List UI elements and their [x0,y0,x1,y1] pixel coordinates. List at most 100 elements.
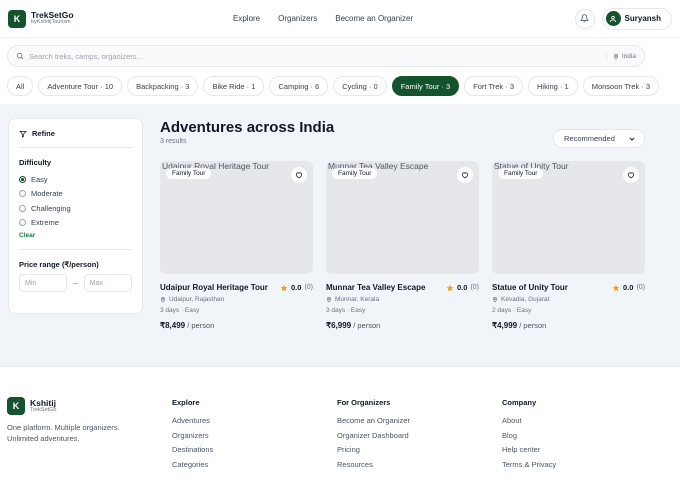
map-pin-icon [326,297,332,303]
trip-image[interactable]: Statue of Unity Tour Family Tour [492,161,645,274]
clear-filters-link[interactable]: Clear [19,232,132,250]
trip-image[interactable]: Munnar Tea Valley Escape Family Tour [326,161,479,274]
footer-link[interactable]: About [502,416,556,431]
search-bar[interactable]: Search treks, camps, organizers... India [7,45,645,67]
difficulty-label: Extreme [31,218,59,228]
filter-icon [19,130,27,138]
footer-link[interactable]: Destinations [172,445,213,460]
trip-title[interactable]: Udaipur Royal Heritage Tour [160,283,268,292]
trip-image[interactable]: Udaipur Royal Heritage Tour Family Tour [160,161,313,274]
nav-become-organizer[interactable]: Become an Organizer [335,14,413,23]
difficulty-extreme[interactable]: Extreme [19,216,132,231]
price-amount: ₹6,999 [326,321,352,330]
footer-link[interactable]: Adventures [172,416,213,431]
footer-tagline: One platform. Multiple organizers. Unlim… [7,423,120,443]
star-icon [612,284,620,291]
radio-easy[interactable] [19,175,26,183]
footer-link[interactable]: Organizers [172,431,213,446]
radio-extreme[interactable] [19,219,26,227]
star-icon [446,284,454,291]
difficulty-title: Difficulty [19,158,52,167]
sort-select[interactable]: Recommended [553,129,645,148]
favorite-button[interactable] [623,167,639,183]
footer-link[interactable]: Become an Organizer [337,416,410,431]
search-icon [16,52,24,60]
location-text: Munnar, Kerala [335,296,380,303]
price-unit: / person [351,321,381,330]
price-max-input[interactable]: Max [83,274,132,292]
radio-moderate[interactable] [19,190,26,198]
price-range-title: Price range (₹/person) [19,260,99,269]
nav-explore[interactable]: Explore [233,14,260,23]
brand-logo[interactable]: K TrekSetGo byKshitijTourism [8,9,158,28]
logo-mark: K [8,9,26,28]
chip-cycling[interactable]: Cycling · 0 [333,76,387,96]
price-min-input[interactable]: Min [19,274,68,292]
footer-link[interactable]: Terms & Privacy [502,460,556,475]
difficulty-label: Challenging [31,203,71,213]
brand-name: TrekSetGo [31,9,74,20]
rating-value: 0.0 [623,283,634,292]
footer-heading: Explore [172,398,200,407]
brand-sub: byKshitijTourism [31,19,71,26]
footer-column-explore: Explore Adventures Organizers Destinatio… [172,398,213,475]
user-menu-button[interactable]: Suryansh [601,7,672,30]
favorite-button[interactable] [291,167,307,183]
heart-icon [295,172,303,179]
chip-bike-ride[interactable]: Bike Ride · 1 [203,76,265,96]
trip-price: ₹4,999 / person [492,321,645,330]
chip-backpacking[interactable]: Backpacking · 3 [127,76,199,96]
footer-link[interactable]: Blog [502,431,556,446]
trip-location: Munnar, Kerala [326,296,479,303]
footer-link[interactable]: Resources [337,460,410,475]
chip-camping[interactable]: Camping · 6 [269,76,329,96]
trip-price: ₹8,499 / person [160,321,313,330]
trip-title[interactable]: Munnar Tea Valley Escape [326,283,425,292]
user-icon [609,15,617,22]
chip-monsoon-trek[interactable]: Monsoon Trek · 3 [582,76,660,96]
location-selector[interactable]: India [605,52,636,60]
difficulty-moderate[interactable]: Moderate [19,187,132,202]
chip-hiking[interactable]: Hiking · 1 [528,76,578,96]
nav-organizers[interactable]: Organizers [278,14,317,23]
chip-fort-trek[interactable]: Fort Trek · 3 [464,76,524,96]
rating: 0.0 (0) [612,283,645,292]
map-pin-icon [160,297,166,303]
difficulty-label: Easy [31,174,48,184]
map-pin-icon [613,53,618,59]
rating: 0.0 (0) [446,283,479,292]
trip-card[interactable]: Munnar Tea Valley Escape Family Tour Mun… [326,161,479,330]
trip-price: ₹6,999 / person [326,321,479,330]
refine-header: Refine [19,129,132,148]
footer-heading: Company [502,398,537,407]
footer-brand: K Kshitij TrekSetGo One platform. Multip… [7,397,137,444]
trip-card[interactable]: Udaipur Royal Heritage Tour Family Tour … [160,161,313,330]
price-separator: – [73,278,78,288]
trip-duration: 3 days · Easy [326,307,366,314]
main-nav: Explore Organizers Become an Organizer [233,14,413,23]
radio-challenging[interactable] [19,204,26,212]
map-pin-icon [492,297,498,303]
footer-logo[interactable]: K Kshitij TrekSetGo [7,397,137,415]
search-input[interactable]: Search treks, camps, organizers... [29,52,606,61]
favorite-button[interactable] [457,167,473,183]
difficulty-easy[interactable]: Easy [19,172,132,187]
review-count: (0) [636,284,645,291]
trip-title[interactable]: Statue of Unity Tour [492,283,568,292]
chip-adventure-tour[interactable]: Adventure Tour · 10 [38,76,123,96]
footer-link[interactable]: Categories [172,460,213,475]
chip-family-tour[interactable]: Family Tour · 3 [391,76,460,96]
price-unit: / person [185,321,215,330]
user-name: Suryansh [624,14,661,23]
heart-icon [627,172,635,179]
footer-link[interactable]: Help center [502,445,556,460]
trip-duration: 3 days · Easy [160,307,200,314]
trip-card[interactable]: Statue of Unity Tour Family Tour Statue … [492,161,645,330]
chip-all[interactable]: All [7,76,34,96]
footer-link[interactable]: Pricing [337,445,410,460]
rating: 0.0 (0) [280,283,313,292]
notifications-button[interactable] [574,8,595,29]
difficulty-challenging[interactable]: Challenging [19,201,132,216]
footer-link[interactable]: Organizer Dashboard [337,431,410,446]
refine-title: Refine [32,129,55,138]
